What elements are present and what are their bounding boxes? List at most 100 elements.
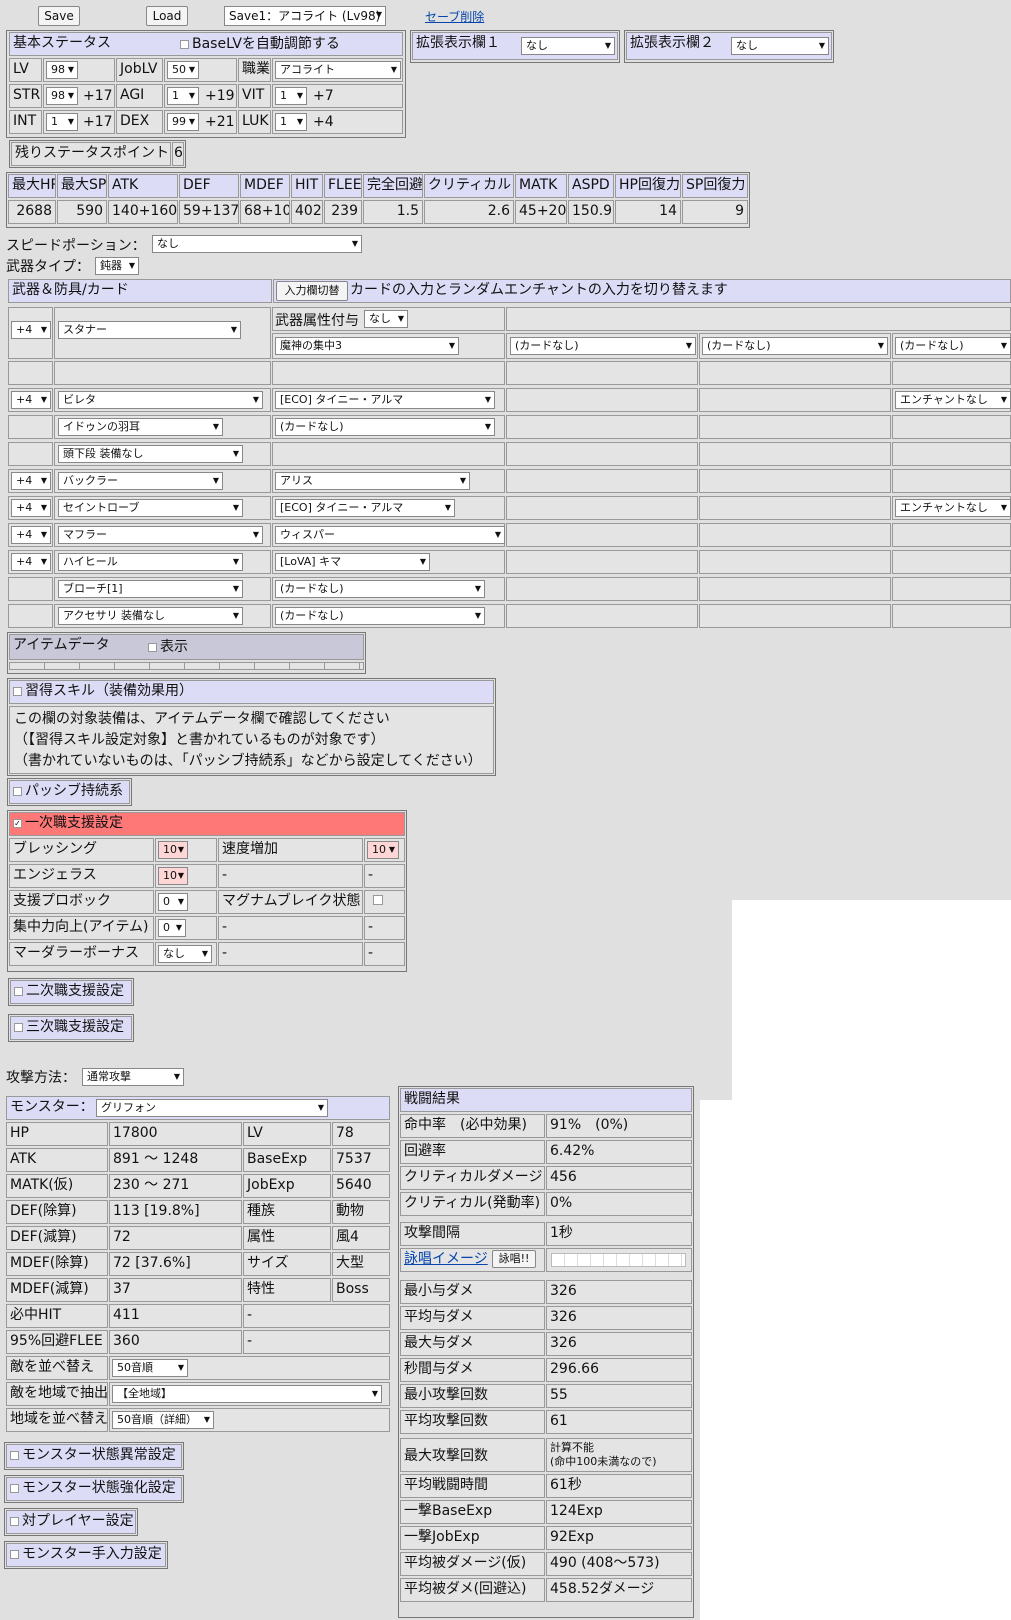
weapon-select[interactable]: スタナー (58, 321, 241, 339)
monster-b2-toggle[interactable]: モンスター状態強化設定 (6, 1477, 182, 1501)
battle-be-value: 124Exp (546, 1500, 692, 1524)
skill-checkbox[interactable] (13, 686, 22, 696)
monster-b3-toggle[interactable]: 対プレイヤー設定 (6, 1510, 136, 1534)
save-button[interactable]: Save (38, 6, 80, 26)
head-lower-select[interactable]: 頭下段 装備なし (58, 445, 243, 463)
monster-b3-checkbox[interactable] (10, 1516, 19, 1526)
autolv-toggle[interactable]: BaseLVを自動調節する (180, 36, 340, 53)
input-switch-button[interactable]: 入力欄切替 (276, 281, 348, 301)
equip-cell-2-4 (699, 388, 891, 412)
monster-atk-value: 891 ～ 1248 (109, 1148, 242, 1172)
magnum-checkbox[interactable] (373, 895, 383, 905)
garment-select[interactable]: マフラー (58, 526, 263, 544)
support1-header[interactable]: ✓ 一次職支援設定 (9, 812, 405, 836)
luk-select[interactable]: 1 (275, 113, 307, 131)
job-select[interactable]: アコライト (275, 61, 401, 79)
equip-cell-1-4 (699, 361, 891, 385)
head-upper-card-select[interactable]: [ECO] タイニー・アルマ (275, 391, 495, 409)
monster-rsort-select[interactable]: 50音順（詳細） (112, 1411, 214, 1429)
dex-select[interactable]: 99 (167, 113, 199, 131)
passive-toggle[interactable]: パッシブ持続系 (9, 780, 130, 804)
str-select[interactable]: 98 (46, 87, 78, 105)
monster-matk-label: MATK(仮) (6, 1174, 108, 1198)
armor-select[interactable]: セイントローブ (58, 499, 243, 517)
weapon-type-select[interactable]: 鈍器 (95, 257, 139, 275)
monster-region-select[interactable]: 【全地域】 (112, 1385, 382, 1403)
head-mid-card-select[interactable]: (カードなし) (275, 418, 495, 436)
equip-cell-4-2 (272, 442, 505, 466)
delete-save-link[interactable]: セーブ削除 (425, 8, 484, 25)
monster-select[interactable]: グリフォン (96, 1099, 328, 1117)
vit-select[interactable]: 1 (275, 87, 307, 105)
blessing-select[interactable]: 10 (158, 841, 188, 859)
provoke-select[interactable]: 0 (158, 893, 188, 911)
battle-recv-value: 490 (408～573) (546, 1552, 692, 1576)
monster-sort-select[interactable]: 50音順 (112, 1359, 188, 1377)
support1-checkbox[interactable]: ✓ (13, 818, 22, 828)
shield-select[interactable]: バックラー (58, 472, 223, 490)
armor-refine-select[interactable]: +4 (11, 499, 51, 517)
monster-defs-value: 72 (109, 1226, 242, 1250)
save-slot-select[interactable]: Save1：アコライト (Lv98) (224, 6, 386, 26)
shoes-select[interactable]: ハイヒール (58, 553, 243, 571)
support2-toggle[interactable]: 二次職支援設定 (10, 980, 132, 1004)
armor-card-select[interactable]: [ECO] タイニー・アルマ (275, 499, 455, 517)
monster-elem-value: 風4 (332, 1226, 390, 1250)
monster-b4-checkbox[interactable] (10, 1549, 19, 1559)
acc2-select[interactable]: アクセサリ 装備なし (58, 607, 243, 625)
head-upper-enchant-select[interactable]: エンチャントなし (895, 391, 1011, 409)
angelus-select[interactable]: 10 (158, 867, 188, 885)
attack-method-select[interactable]: 通常攻撃 (82, 1068, 184, 1086)
speed-potion-select[interactable]: なし (152, 235, 362, 253)
weapon-card3-select[interactable]: (カードなし) (702, 337, 888, 355)
weapon-card1-select[interactable]: 魔神の集中3 (275, 337, 459, 355)
monster-region-label: 敵を地域で抽出 (6, 1382, 108, 1406)
acc2-card-select[interactable]: (カードなし) (275, 607, 485, 625)
itemdata-show-toggle[interactable]: 表示 (148, 639, 188, 656)
cast-button[interactable]: 詠唱!! (492, 1250, 536, 1268)
itemdata-show-checkbox[interactable] (148, 642, 157, 652)
weapon-card2-select[interactable]: (カードなし) (510, 337, 696, 355)
skill-header[interactable]: 習得スキル（装備効果用） (9, 680, 494, 704)
autolv-checkbox[interactable] (180, 39, 189, 49)
load-button[interactable]: Load (146, 6, 188, 26)
acc1-select[interactable]: ブローチ[1] (58, 580, 243, 598)
agi-select[interactable]: 1 (167, 87, 199, 105)
monster-b3-label: 対プレイヤー設定 (22, 1513, 134, 1529)
head-mid-select[interactable]: イドゥンの羽耳 (58, 418, 223, 436)
shoes-refine-select[interactable]: +4 (11, 553, 51, 571)
head-upper-select[interactable]: ビレタ (58, 391, 263, 409)
passive-checkbox[interactable] (13, 786, 22, 796)
focus-select[interactable]: 0 (158, 919, 186, 937)
monster-b1-checkbox[interactable] (10, 1450, 19, 1460)
int-select[interactable]: 1 (46, 113, 78, 131)
garment-refine-select[interactable]: +4 (11, 526, 51, 544)
shield-refine-select[interactable]: +4 (11, 472, 51, 490)
head-upper-refine-select[interactable]: +4 (11, 391, 51, 409)
lv-select[interactable]: 98 (46, 61, 78, 79)
weapon-card4-select[interactable]: (カードなし) (895, 337, 1011, 355)
itemdata-title: アイテムデータ (13, 637, 110, 653)
support3-checkbox[interactable] (14, 1022, 23, 1032)
monster-b4-toggle[interactable]: モンスター手入力設定 (6, 1543, 166, 1567)
murderer-select[interactable]: なし (158, 945, 212, 963)
armor-enchant-select[interactable]: エンチャントなし (895, 499, 1011, 517)
support2-checkbox[interactable] (14, 986, 23, 996)
monster-b1-toggle[interactable]: モンスター状態異常設定 (6, 1444, 182, 1468)
ext1-select[interactable]: なし (521, 37, 615, 55)
monster-mdefs-label: MDEF(減算) (6, 1278, 108, 1302)
weapon-attr-blank (506, 307, 1011, 331)
weapon-attr-select[interactable]: なし (364, 310, 408, 328)
acc1-card-select[interactable]: (カードなし) (275, 580, 485, 598)
garment-card-select[interactable]: ウィスパー (275, 526, 505, 544)
joblv-select[interactable]: 50 (167, 61, 199, 79)
ext2-select[interactable]: なし (731, 37, 829, 55)
cast-image-link[interactable]: 詠唱イメージ (404, 1251, 488, 1267)
shield-card-select[interactable]: アリス (275, 472, 470, 490)
shoes-card-select[interactable]: [LoVA] キマ (275, 553, 430, 571)
equip-cell-3-3 (506, 415, 698, 439)
monster-b2-checkbox[interactable] (10, 1483, 19, 1493)
weapon-refine-select[interactable]: +4 (11, 321, 51, 339)
agi-up-select[interactable]: 10 (367, 841, 399, 859)
support3-toggle[interactable]: 三次職支援設定 (10, 1016, 132, 1040)
